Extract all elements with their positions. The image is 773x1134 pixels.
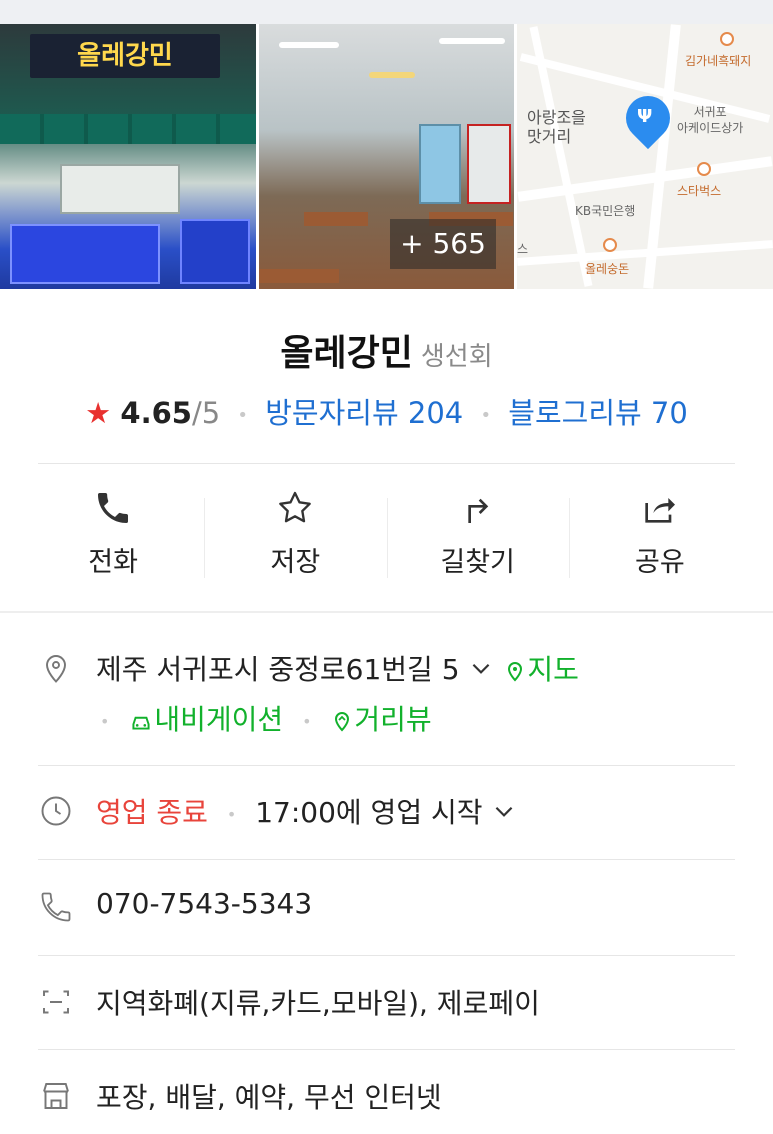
- shelf: [60, 164, 180, 214]
- street-view-link-label: 거리뷰: [354, 703, 432, 736]
- street-view-icon: [335, 712, 350, 732]
- divider: [38, 1049, 735, 1050]
- clock-icon: [38, 793, 74, 829]
- phone-outline-icon: [38, 889, 74, 925]
- map-label-arcade: 서귀포 아케이드상가: [677, 105, 744, 135]
- phone-number[interactable]: 070-7543-5343: [96, 887, 312, 920]
- hours-row[interactable]: 영업 종료 • 17:00에 영업 시작: [38, 791, 735, 831]
- restaurant-poi-icon: [603, 238, 617, 252]
- amenities-row: 포장, 배달, 예약, 무선 인터넷: [38, 1076, 735, 1116]
- storefront-photo[interactable]: 올레강민: [0, 24, 256, 289]
- rating-score: 4.65: [120, 396, 192, 430]
- visitor-reviews-link[interactable]: 방문자리뷰 204: [265, 396, 463, 430]
- payment-methods: 지역화폐(지류,카드,모바일), 제로페이: [96, 987, 540, 1020]
- share-button[interactable]: 공유: [568, 488, 751, 580]
- map-road: [517, 156, 773, 202]
- awning: [0, 114, 256, 144]
- call-label: 전화: [88, 547, 138, 578]
- street-view-link[interactable]: 거리뷰: [330, 703, 432, 736]
- share-label: 공유: [635, 547, 685, 578]
- top-status-strip: [0, 0, 773, 24]
- share-icon: [569, 488, 751, 528]
- divider: [38, 463, 735, 464]
- separator-dot: •: [480, 404, 492, 426]
- car-icon: [132, 716, 150, 730]
- action-bar: 전화 저장 길찾기 공유: [22, 488, 751, 580]
- rating-max: /5: [191, 396, 221, 430]
- store-icon: [38, 1078, 74, 1114]
- opening-hours: 17:00에 영업 시작: [255, 796, 483, 829]
- directions-label: 길찾기: [440, 547, 515, 578]
- chevron-down-icon[interactable]: [468, 655, 494, 688]
- separator-dot: •: [226, 804, 237, 824]
- phone-icon: [22, 488, 204, 528]
- fork-knife-icon: Ψ: [637, 106, 653, 127]
- navigation-link[interactable]: 내비게이션: [128, 703, 292, 736]
- table: [304, 212, 368, 226]
- save-label: 저장: [270, 547, 321, 578]
- place-header: 올레강민 생선회: [0, 324, 773, 376]
- directions-icon: [387, 488, 569, 528]
- map-link[interactable]: 지도: [503, 653, 579, 686]
- rating-row: ★ 4.65/5 • 방문자리뷰 204 • 블로그리뷰 70: [0, 390, 773, 432]
- map-label-starbucks: 스타벅스: [677, 184, 722, 198]
- blog-reviews-link[interactable]: 블로그리뷰 70: [508, 396, 688, 430]
- address-text[interactable]: 제주 서귀포시 중정로61번길 5: [96, 653, 460, 686]
- place-name: 올레강민: [280, 333, 413, 374]
- save-button[interactable]: 저장: [204, 488, 386, 580]
- fish-tank-small: [180, 219, 250, 284]
- divider: [38, 955, 735, 956]
- payment-row: 지역화폐(지류,카드,모바일), 제로페이: [38, 982, 735, 1022]
- restaurant-poi-icon: [720, 32, 734, 46]
- ceiling-light: [439, 38, 505, 44]
- separator-dot: •: [237, 404, 249, 426]
- interior-photo[interactable]: + 565: [259, 24, 514, 289]
- section-divider: [0, 611, 773, 613]
- cafe-poi-icon: [697, 162, 711, 176]
- place-category: 생선회: [420, 342, 493, 372]
- directions-button[interactable]: 길찾기: [386, 488, 569, 580]
- ceiling-light: [279, 42, 339, 48]
- separator-dot: •: [302, 711, 312, 731]
- map-label-olle: 올레숭돈: [585, 262, 630, 276]
- phone-row[interactable]: 070-7543-5343: [38, 887, 735, 927]
- star-icon: ★: [85, 396, 112, 430]
- table: [259, 269, 339, 283]
- divider: [38, 765, 735, 766]
- map-label-fragment: 스: [517, 242, 529, 256]
- map-label-arangjo: 아랑조을 맛거리: [527, 108, 586, 146]
- business-status: 영업 종료: [96, 796, 208, 829]
- payment-scan-icon: [38, 984, 74, 1020]
- separator-dot: •: [100, 711, 110, 731]
- more-photos-count[interactable]: + 565: [390, 219, 496, 269]
- map-link-label: 지도: [527, 653, 579, 686]
- call-button[interactable]: 전화: [22, 488, 204, 580]
- store-sign: 올레강민: [30, 34, 220, 78]
- ceiling-light: [369, 72, 415, 78]
- map-label-kb: KB국민은행: [575, 204, 636, 218]
- chevron-down-icon[interactable]: [491, 798, 517, 831]
- amenities-list: 포장, 배달, 예약, 무선 인터넷: [96, 1081, 442, 1114]
- photo-gallery: 올레강민 + 565 김가네흑돼지 Ψ 아랑조을 맛거리 서귀포 아케이드상가 …: [0, 24, 773, 289]
- navigation-link-label: 내비게이션: [154, 703, 284, 736]
- drink-fridge: [467, 124, 511, 204]
- fish-tank: [10, 224, 160, 284]
- divider: [38, 859, 735, 860]
- address-row: 제주 서귀포시 중정로61번길 5 지도 • 내비게이션 • 거리뷰: [38, 648, 735, 758]
- fridge: [419, 124, 461, 204]
- location-pin-outline-icon: [38, 650, 74, 686]
- map-thumbnail[interactable]: 김가네흑돼지 Ψ 아랑조을 맛거리 서귀포 아케이드상가 스타벅스 KB국민은행…: [517, 24, 773, 289]
- map-pin-icon: [508, 662, 523, 682]
- star-outline-icon: [204, 488, 386, 528]
- map-label-pork: 김가네흑돼지: [685, 54, 752, 68]
